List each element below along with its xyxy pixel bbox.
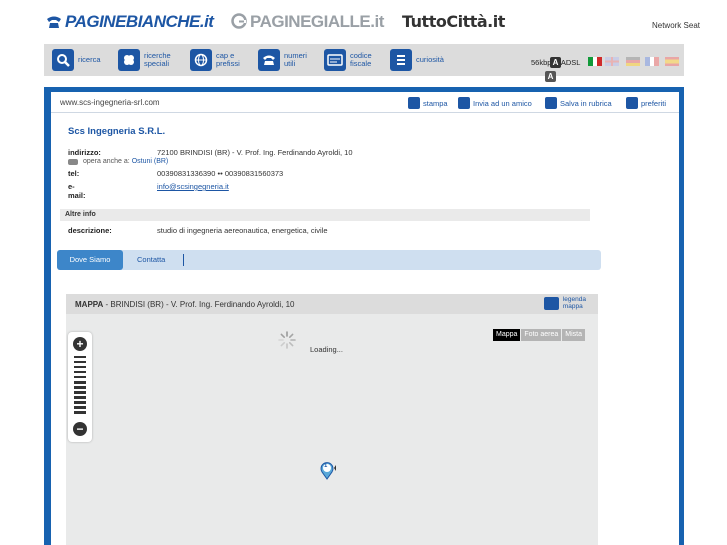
address-value: 72100 BRINDISI (BR) - V. Prof. Ing. Ferd… <box>157 148 353 157</box>
zoom-tick <box>74 411 86 414</box>
opera-anche-row: opera anche a: Ostuni (BR) <box>68 158 168 165</box>
zoom-tick <box>74 361 86 363</box>
folder-icon <box>545 97 557 109</box>
invia-amico-button[interactable]: Invia ad un amico <box>458 97 532 109</box>
nav-label: numeri utili <box>284 51 307 68</box>
salva-rubrica-button[interactable]: Salva in rubrica <box>545 97 612 109</box>
email-label: e-mail: <box>68 182 86 200</box>
list-icon <box>390 49 412 71</box>
map-pin-label: 1 <box>324 463 328 469</box>
zoom-out-button[interactable]: − <box>73 422 87 436</box>
descrizione-label: descrizione: <box>68 226 112 235</box>
nav-codice-fiscale[interactable]: codice fiscale <box>324 48 372 72</box>
map-type-mista[interactable]: Mista <box>562 329 585 341</box>
id-card-icon <box>324 49 346 71</box>
clover-icon <box>118 49 140 71</box>
website-link[interactable]: www.scs-ingegneria-srl.com <box>60 98 160 107</box>
tel-label: tel: <box>68 169 80 178</box>
flag-italy-icon[interactable] <box>588 57 602 66</box>
zoom-tick <box>74 356 86 358</box>
map-pin-icon <box>320 462 336 480</box>
zoom-control: + − <box>68 332 92 442</box>
tab-separator <box>183 254 184 266</box>
zoom-tick <box>74 401 86 404</box>
altre-info-header: Altre info <box>60 209 590 221</box>
loading-spinner-icon <box>278 331 296 349</box>
globe-icon <box>190 49 212 71</box>
email-link[interactable]: info@scsingegneria.it <box>157 182 229 191</box>
map-canvas[interactable]: Mappa Foto aerea Mista Loading... + − 1 <box>66 314 598 545</box>
network-seat-label: Network Seat <box>651 21 700 30</box>
paginebianche-logo[interactable]: PAGINEBIANCHE.it <box>46 12 214 34</box>
map-type-foto-aerea[interactable]: Foto aerea <box>521 329 562 341</box>
map-type-mappa[interactable]: Mappa <box>493 329 521 341</box>
tab-contatta[interactable]: Contatta <box>137 250 165 270</box>
star-icon <box>626 97 638 109</box>
nav-label: cap e prefissi <box>216 51 240 68</box>
nav-numeri-utili[interactable]: numeri utili <box>258 48 307 72</box>
nav-cap-prefissi[interactable]: cap e prefissi <box>190 48 240 72</box>
zoom-tick <box>74 386 86 389</box>
address-label: indirizzo: <box>68 148 101 157</box>
envelope-icon <box>458 97 470 109</box>
phone-icon <box>46 14 62 34</box>
zoom-tick <box>74 371 86 373</box>
nav-label: codice fiscale <box>350 51 372 68</box>
map-header: MAPPA - BRINDISI (BR) - V. Prof. Ing. Fe… <box>66 294 598 314</box>
zoom-in-button[interactable]: + <box>73 337 87 351</box>
tel-value: 00390831336390 •• 00390831560373 <box>157 169 284 178</box>
nav-curiosita[interactable]: curiosità <box>390 48 444 72</box>
search-icon <box>52 49 74 71</box>
descrizione-value: studio di ingegneria aereonautica, energ… <box>157 226 328 235</box>
g-logo-icon <box>231 13 247 34</box>
legenda-mappa-button[interactable]: legenda mappa <box>543 296 586 310</box>
zoom-tick <box>74 381 86 384</box>
zoom-tick <box>74 396 86 399</box>
flag-germany-icon[interactable] <box>626 57 640 66</box>
map-title: MAPPA - BRINDISI (BR) - V. Prof. Ing. Fe… <box>75 300 295 309</box>
url-toolbar: www.scs-ingegneria-srl.com stampa Invia … <box>51 92 679 113</box>
flag-spain-icon[interactable] <box>665 57 679 66</box>
text-size-button[interactable]: A <box>550 57 561 68</box>
nav-ricerche-speciali[interactable]: ricerche speciali <box>118 48 171 72</box>
nav-label: ricerca <box>78 55 101 64</box>
loading-text: Loading... <box>310 345 343 354</box>
nav-label: ricerche speciali <box>144 51 171 68</box>
flag-france-icon[interactable] <box>645 57 659 66</box>
company-card: www.scs-ingegneria-srl.com stampa Invia … <box>51 92 679 545</box>
opera-town-link[interactable]: Ostuni (BR) <box>132 158 169 165</box>
nav-ricerca[interactable]: ricerca <box>52 48 101 72</box>
tabs-bar: Dove Siamo Contatta <box>57 250 601 270</box>
zoom-tick <box>74 391 86 394</box>
paginegialle-logo[interactable]: PAGINEGIALLE.it <box>231 12 384 34</box>
tuttocitta-logo[interactable]: TuttoCittà.it <box>402 12 505 31</box>
legend-list-icon <box>543 296 559 310</box>
brand-bar: PAGINEBIANCHE.it PAGINEGIALLE.it TuttoCi… <box>0 0 727 42</box>
stampa-button[interactable]: stampa <box>408 97 448 109</box>
zoom-tick <box>74 406 86 409</box>
text-size-button-alt[interactable]: A <box>545 71 556 82</box>
zoom-tick <box>74 366 86 368</box>
telephone-icon <box>258 49 280 71</box>
preferiti-button[interactable]: preferiti <box>626 97 666 109</box>
nav-label: curiosità <box>416 55 444 64</box>
map-marker[interactable]: 1 <box>319 460 336 480</box>
company-name: Scs Ingegneria S.R.L. <box>68 126 166 137</box>
zoom-tick <box>74 376 86 378</box>
map-type-switcher: Mappa Foto aerea Mista <box>492 329 585 341</box>
car-icon <box>68 158 78 165</box>
tab-dove-siamo[interactable]: Dove Siamo <box>57 250 123 270</box>
flag-uk-icon[interactable] <box>605 57 619 66</box>
printer-icon <box>408 97 420 109</box>
